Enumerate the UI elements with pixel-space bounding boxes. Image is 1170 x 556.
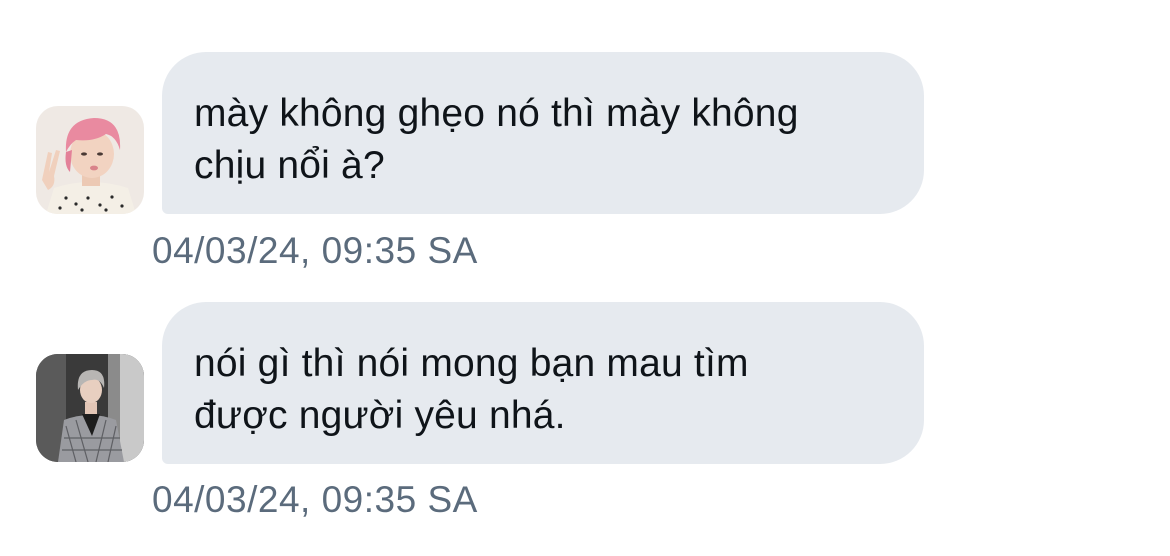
- message-text: mày không ghẹo nó thì mày không chịu nổi…: [194, 92, 799, 187]
- message-bubble[interactable]: nói gì thì nói mong bạn mau tìm được ngư…: [162, 302, 924, 464]
- gray-hair-person-photo-icon: [36, 354, 144, 462]
- sender-avatar[interactable]: [36, 106, 144, 214]
- message-bubble[interactable]: mày không ghẹo nó thì mày không chịu nổi…: [162, 52, 924, 214]
- sender-avatar[interactable]: [36, 354, 144, 462]
- pink-hair-person-photo-icon: [36, 106, 144, 214]
- message-text: nói gì thì nói mong bạn mau tìm được ngư…: [194, 342, 749, 437]
- message-timestamp: 04/03/24, 09:35 SA: [152, 230, 478, 271]
- message-timestamp: 04/03/24, 09:35 SA: [152, 479, 478, 520]
